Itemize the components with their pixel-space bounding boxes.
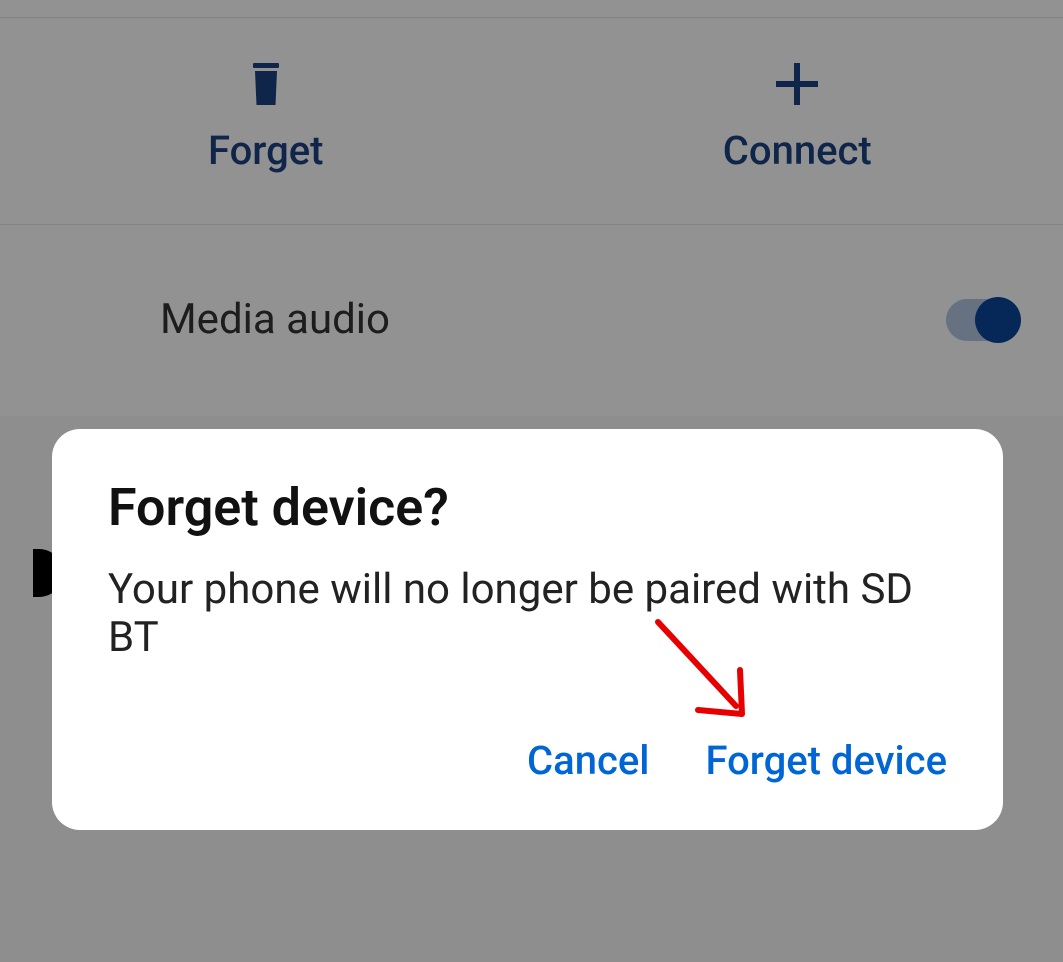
forget-device-dialog: Forget device? Your phone will no longer… — [52, 429, 1003, 830]
cancel-button[interactable]: Cancel — [527, 731, 649, 790]
dialog-actions: Cancel Forget device — [108, 731, 947, 790]
dialog-title: Forget device? — [108, 477, 947, 538]
dialog-message: Your phone will no longer be paired with… — [108, 566, 947, 663]
forget-device-button[interactable]: Forget device — [705, 731, 947, 790]
